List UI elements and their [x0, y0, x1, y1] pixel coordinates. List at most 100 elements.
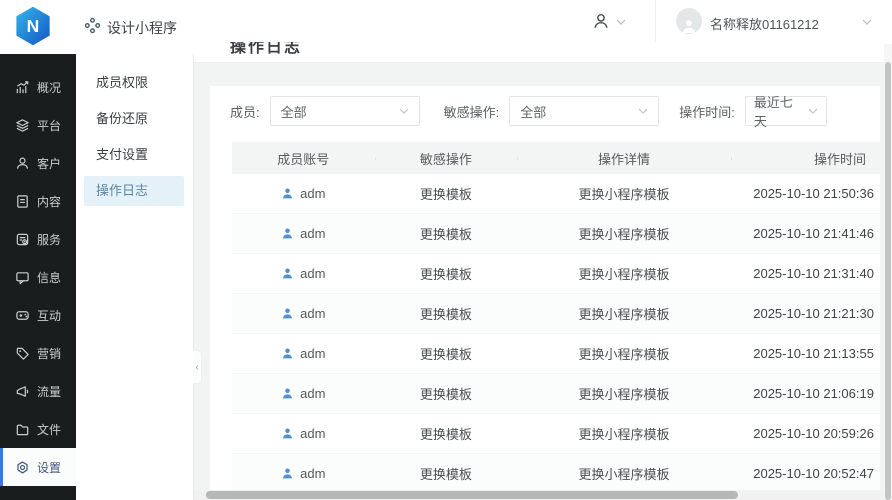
action-cell: 更换模板: [375, 184, 518, 203]
megaphone-icon: [15, 384, 30, 399]
column-header-1: 成员账号: [232, 149, 375, 168]
brand-logo-icon[interactable]: N: [12, 5, 54, 49]
account-cell: adm: [232, 226, 375, 241]
detail-cell: 更换小程序模板: [517, 264, 731, 283]
sidebar-item-label: 设置: [37, 459, 61, 476]
table-row: adm更换模板更换小程序模板2025-10-10 20:52:47: [232, 454, 880, 494]
vertical-scrollbar[interactable]: [884, 44, 892, 500]
user-outline-icon[interactable]: [592, 12, 610, 30]
operation-log-table: 成员账号敏感操作操作详情操作时间 adm更换模板更换小程序模板2025-10-1…: [232, 142, 880, 500]
submenu-item-operation-logs[interactable]: 操作日志: [84, 176, 184, 206]
submenu-item-member-permissions[interactable]: 成员权限: [84, 68, 184, 98]
detail-cell: 更换小程序模板: [517, 464, 731, 483]
sidebar-item-interaction[interactable]: 互动: [0, 296, 76, 334]
sidebar-item-label: 营销: [37, 345, 61, 362]
action-cell: 更换模板: [375, 304, 518, 323]
member-filter: 成员:全部: [230, 96, 420, 126]
operation-time-filter-select[interactable]: 最近七天: [745, 96, 827, 126]
sidebar-item-content[interactable]: 内容: [0, 182, 76, 220]
action-cell: 更换模板: [375, 384, 518, 403]
column-header-3: 操作详情: [517, 149, 731, 168]
sensitive-action-filter-select[interactable]: 全部: [509, 96, 659, 126]
chevron-down-icon: [399, 108, 409, 114]
chevron-down-icon[interactable]: [616, 19, 626, 25]
account-name: adm: [300, 186, 325, 201]
sensitive-action-filter: 敏感操作:全部: [444, 96, 660, 126]
submenu-item-payment-settings[interactable]: 支付设置: [84, 140, 184, 170]
detail-cell: 更换小程序模板: [517, 344, 731, 363]
member-person-icon: [281, 307, 294, 320]
member-person-icon: [281, 347, 294, 360]
sidebar-item-label: 平台: [37, 117, 61, 134]
member-person-icon: [281, 187, 294, 200]
service-icon: [15, 232, 30, 247]
mini-program-icon: [84, 17, 101, 34]
document-icon: [15, 194, 30, 209]
page-title: 操作日志: [230, 42, 302, 57]
column-header-4: 操作时间: [731, 149, 880, 168]
horizontal-scrollbar-thumb[interactable]: [206, 491, 738, 499]
time-cell: 2025-10-10 21:41:46: [731, 226, 880, 241]
account-cell: adm: [232, 186, 375, 201]
account-cell: adm: [232, 386, 375, 401]
detail-cell: 更换小程序模板: [517, 224, 731, 243]
page-header: 操作日志: [194, 42, 892, 63]
action-cell: 更换模板: [375, 424, 518, 443]
member-person-icon: [281, 427, 294, 440]
gamepad-icon: [15, 308, 30, 323]
sidebar-item-label: 服务: [37, 231, 61, 248]
detail-cell: 更换小程序模板: [517, 184, 731, 203]
chevron-down-icon[interactable]: [862, 19, 872, 25]
sidebar-item-label: 客户: [37, 155, 61, 172]
person-icon: [15, 156, 30, 171]
account-cell: adm: [232, 346, 375, 361]
sidebar-item-marketing[interactable]: 营销: [0, 334, 76, 372]
account-cell: adm: [232, 426, 375, 441]
time-cell: 2025-10-10 21:06:19: [731, 386, 880, 401]
member-person-icon: [281, 267, 294, 280]
submenu-item-backup-restore[interactable]: 备份还原: [84, 104, 184, 134]
sidebar-item-messages[interactable]: 信息: [0, 258, 76, 296]
sidebar-item-label: 概况: [37, 79, 61, 96]
app-title: 设计小程序: [107, 18, 177, 38]
member-filter-value: 全部: [281, 102, 307, 121]
sidebar-nav: 概况平台客户内容服务信息互动营销流量文件设置: [0, 54, 76, 500]
sidebar-item-customers[interactable]: 客户: [0, 144, 76, 182]
chevron-down-icon: [808, 108, 818, 114]
sensitive-action-filter-value: 全部: [520, 102, 546, 121]
time-cell: 2025-10-10 20:59:26: [731, 426, 880, 441]
time-cell: 2025-10-10 21:31:40: [731, 266, 880, 281]
sidebar-item-overview[interactable]: 概况: [0, 68, 76, 106]
time-cell: 2025-10-10 21:13:55: [731, 346, 880, 361]
submenu-nav: 成员权限备份还原支付设置操作日志: [76, 54, 194, 500]
action-cell: 更换模板: [375, 344, 518, 363]
vertical-scrollbar-thumb[interactable]: [885, 62, 891, 500]
horizontal-scrollbar[interactable]: [194, 490, 884, 500]
account-name: adm: [300, 306, 325, 321]
sidebar-item-platform[interactable]: 平台: [0, 106, 76, 144]
chart-icon: [15, 80, 30, 95]
member-filter-select[interactable]: 全部: [270, 96, 420, 126]
account-cell: adm: [232, 466, 375, 481]
chevron-down-icon: [638, 108, 648, 114]
account-name: adm: [300, 226, 325, 241]
sidebar-item-label: 文件: [37, 421, 61, 438]
action-cell: 更换模板: [375, 224, 518, 243]
sidebar-item-settings[interactable]: 设置: [0, 448, 76, 486]
time-cell: 2025-10-10 21:50:36: [731, 186, 880, 201]
topbar-divider: [655, 0, 656, 42]
user-avatar[interactable]: [676, 8, 702, 34]
svg-text:N: N: [27, 16, 40, 36]
sidebar-collapse-handle[interactable]: ‹: [193, 350, 202, 384]
member-person-icon: [281, 387, 294, 400]
detail-cell: 更换小程序模板: [517, 384, 731, 403]
sidebar-item-traffic[interactable]: 流量: [0, 372, 76, 410]
sidebar-item-files[interactable]: 文件: [0, 410, 76, 448]
account-name: adm: [300, 426, 325, 441]
table-body: adm更换模板更换小程序模板2025-10-10 21:50:36adm更换模板…: [232, 174, 880, 494]
sidebar-item-services[interactable]: 服务: [0, 220, 76, 258]
member-person-icon: [281, 227, 294, 240]
table-row: adm更换模板更换小程序模板2025-10-10 20:59:26: [232, 414, 880, 454]
layers-icon: [15, 118, 30, 133]
account-cell: adm: [232, 266, 375, 281]
